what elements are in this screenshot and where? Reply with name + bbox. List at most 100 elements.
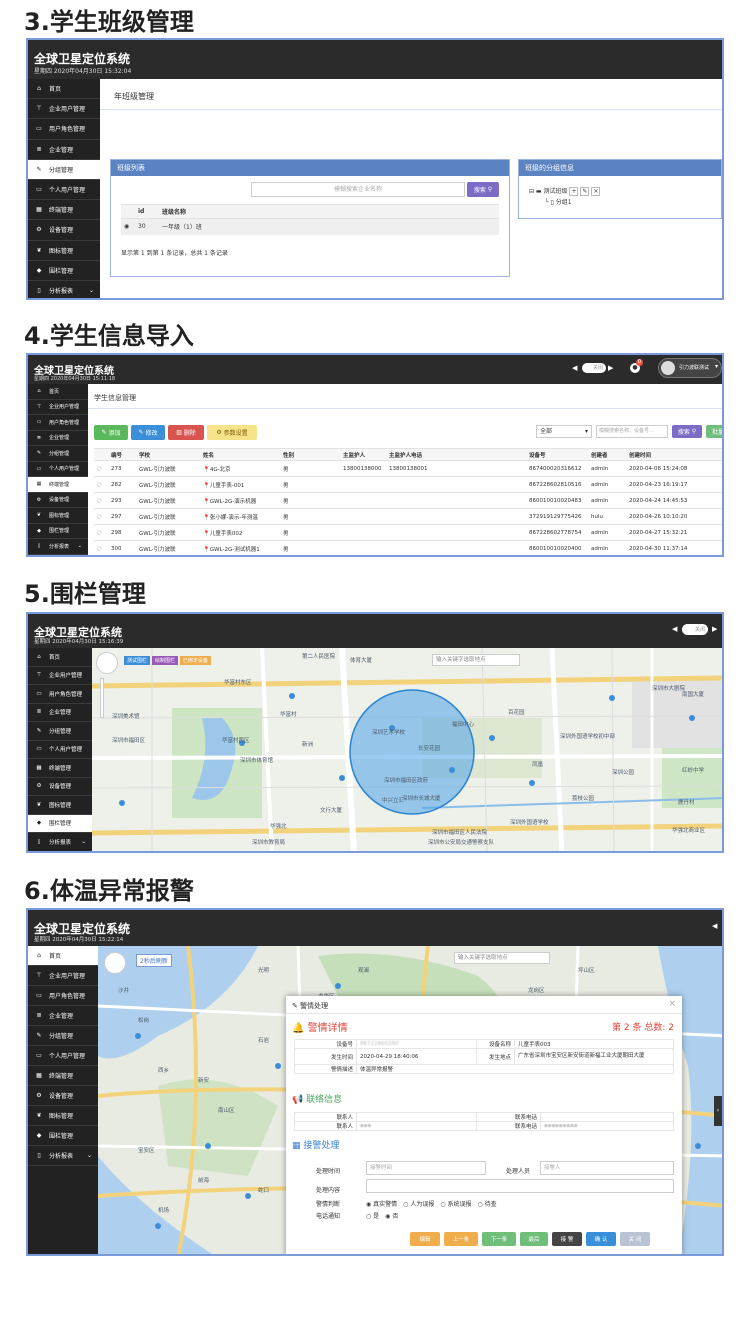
search-input[interactable]: 模糊搜索名称、设备号... (596, 425, 668, 438)
sidebar-item[interactable]: ◆ 围栏管理 (28, 524, 88, 539)
volume-icon[interactable]: ▶ (608, 364, 613, 372)
map-view[interactable]: 第二人民医院 体育大厦 深圳美术馆 华富村东区 华富村 深圳市福田区 华富村西区 深圳市体育馆… (92, 648, 722, 851)
last-button[interactable]: 最后 (520, 1232, 548, 1246)
judge-radio-system[interactable]: ○ 系统误报 (440, 1199, 471, 1208)
confirm-button[interactable]: 确 认 (586, 1232, 616, 1246)
sidebar-item[interactable]: ⌂ 首页 (28, 79, 100, 100)
table-row[interactable]: ○ 300 GWL-引力波联 📍GWL-2G-测试机器1 男 86001001002040… (94, 540, 722, 555)
table-row[interactable]: ○ 298 GWL-引力波联 📍儿童手表002 男 867228602778754 admi… (94, 524, 722, 541)
sidebar-item[interactable]: ✎ 分组管理 (28, 722, 92, 741)
add-button[interactable]: ✎ 添加 (94, 425, 128, 440)
sidebar-item[interactable]: ▦ 终端管理 (28, 1066, 98, 1086)
zoom-compass[interactable] (96, 652, 118, 674)
col-header[interactable]: 主监护人电话 (386, 448, 526, 461)
col-header[interactable]: 主监护人 (340, 448, 386, 461)
col-header[interactable]: 姓名 (200, 448, 280, 461)
accept-alarm-button[interactable]: 接 警 (552, 1232, 582, 1246)
close-icon[interactable]: × (668, 999, 676, 1009)
location-pin-icon[interactable]: 📍 (203, 499, 210, 505)
delete-icon[interactable]: × (591, 187, 601, 196)
add-icon[interactable]: + (569, 187, 579, 196)
import-button[interactable]: 批量导入 (706, 425, 722, 438)
params-button[interactable]: ⚙ 参数设置 (207, 425, 257, 440)
handle-person-input[interactable]: 接警人 (540, 1161, 674, 1175)
location-pin-icon[interactable]: 📍 (203, 483, 210, 489)
location-pin-icon[interactable]: 📍 (203, 515, 210, 521)
refresh-tag[interactable]: 2秒后刷新 (136, 954, 172, 967)
sidebar-item[interactable]: ▦ 终端管理 (28, 200, 100, 221)
bound-device-tag[interactable]: 已绑定设备 (180, 656, 212, 665)
edit-button[interactable]: ✎ 修改 (131, 425, 165, 440)
sidebar-item[interactable]: ⚙ 设备管理 (28, 778, 92, 796)
sound-icon[interactable]: ◀ (572, 364, 577, 372)
sidebar-item[interactable]: ▭ 用户角色管理 (28, 119, 100, 140)
tree-root[interactable]: ⊟ ▬ 测试班级 + ✎ × (529, 186, 601, 196)
col-header[interactable]: 学校 (136, 448, 200, 461)
location-pin-icon[interactable]: 📍 (203, 547, 210, 553)
row-radio[interactable]: ○ (94, 460, 108, 477)
sidebar-item[interactable]: ▭ 个人用户管理 (28, 180, 100, 201)
location-pin-icon[interactable]: 📍 (203, 467, 210, 473)
zoom-slider[interactable] (100, 678, 104, 718)
sidebar-item[interactable]: ⊤ 企业用户管理 (28, 966, 98, 986)
row-radio[interactable]: ○ (94, 540, 108, 555)
col-header[interactable]: 编号 (108, 448, 136, 461)
sidebar-item[interactable]: ❦ 图标管理 (28, 796, 92, 815)
handle-content-input[interactable] (366, 1179, 674, 1193)
judge-radio-pending[interactable]: ○ 待查 (478, 1199, 497, 1208)
edit-icon[interactable]: ✎ (580, 187, 590, 196)
volume-icon[interactable]: ▶ (712, 625, 717, 633)
sidebar-item[interactable]: ◆ 围栏管理 (28, 1126, 98, 1146)
sound-icon[interactable]: ◀ (672, 625, 677, 633)
row-radio[interactable]: ◉ (121, 218, 135, 235)
location-pin-icon[interactable]: 📍 (203, 531, 210, 537)
col-header[interactable]: 创建者 (588, 448, 626, 461)
row-radio[interactable]: ○ (94, 524, 108, 541)
sidebar-item[interactable]: ▭ 用户角色管理 (28, 986, 98, 1006)
sidebar-item[interactable]: ⌂ 首页 (28, 648, 92, 667)
row-radio[interactable]: ○ (94, 492, 108, 509)
search-button[interactable]: 搜索 ⚲ (467, 182, 499, 197)
edit-button[interactable]: 编辑 (410, 1232, 440, 1246)
prev-button[interactable]: 上一条 (444, 1232, 478, 1246)
row-radio[interactable]: ○ (94, 476, 108, 493)
sidebar-item[interactable]: ⚙ 设备管理 (28, 1086, 98, 1106)
alarm-toggle[interactable]: 关闭 (582, 363, 606, 373)
sidebar-item[interactable]: ▯ 分析报表 ⌄ (28, 833, 92, 851)
search-button[interactable]: 搜索 ⚲ (672, 425, 702, 438)
table-row[interactable]: ○ 297 GWL-引力波联 📍张小娜-演示-年测温男 372919129775426 h… (94, 508, 722, 525)
sidebar-item[interactable]: ✎ 分组管理 (28, 1026, 98, 1046)
sidebar-item[interactable]: ⊤ 企业用户管理 (28, 99, 100, 120)
col-header[interactable]: 性别 (280, 448, 340, 461)
map-search-input[interactable]: 输入关键字选取地点 (432, 654, 520, 666)
fence-tag[interactable]: 测试围栏 (124, 656, 151, 665)
user-menu[interactable]: 引力波联测试 ▾ (658, 358, 722, 378)
sidebar-item[interactable]: ❦ 图标管理 (28, 508, 88, 524)
sidebar-item[interactable]: ▭ 用户角色管理 (28, 685, 92, 704)
tree-child[interactable]: └ ▯ 分组1 (545, 197, 572, 206)
col-header[interactable]: 创建时间 (626, 448, 722, 461)
table-row[interactable]: ◉ 30 一年级（1）班 (121, 218, 499, 235)
sidebar-item[interactable]: ⌂ 首页 (28, 946, 98, 966)
sidebar-item[interactable]: ⚙ 设备管理 (28, 493, 88, 508)
handle-time-input[interactable]: 接警时间 (366, 1161, 486, 1175)
judge-radio-human[interactable]: ○ 人为误报 (403, 1199, 434, 1208)
judge-radio-real[interactable]: ◉ 真实警情 (366, 1199, 397, 1208)
sidebar-item[interactable]: ✎ 分组管理 (28, 159, 100, 180)
draw-fence-tag[interactable]: 绘制围栏 (152, 656, 179, 665)
table-row[interactable]: ○ 282 GWL-引力波联 📍儿童手表-001 男 867228602810516 adm… (94, 476, 722, 493)
alarm-toggle[interactable]: 关闭 (682, 624, 708, 635)
next-button[interactable]: 下一条 (482, 1232, 516, 1246)
sidebar-item[interactable]: ⊤ 企业用户管理 (28, 667, 92, 685)
sidebar-item[interactable]: ≣ 企业管理 (28, 704, 92, 722)
delete-button[interactable]: ▥ 删除 (168, 425, 204, 440)
sidebar-item[interactable]: ≣ 企业管理 (28, 431, 88, 446)
close-button[interactable]: 关 闭 (620, 1232, 650, 1246)
table-row[interactable]: ○ 273 GWL-引力波联 📍4G-北京男 13800138000 1380013800… (94, 460, 722, 477)
sidebar-item[interactable]: ▭ 用户角色管理 (28, 415, 88, 431)
sidebar-item[interactable]: ◆ 围栏管理 (28, 814, 92, 833)
col-header[interactable]: 设备号 (526, 448, 588, 461)
search-input[interactable]: 模糊搜索企业名称 (251, 182, 465, 197)
sidebar-item[interactable]: ▭ 个人用户管理 (28, 1046, 98, 1066)
filter-select[interactable]: 全部 ▾ (536, 425, 592, 438)
